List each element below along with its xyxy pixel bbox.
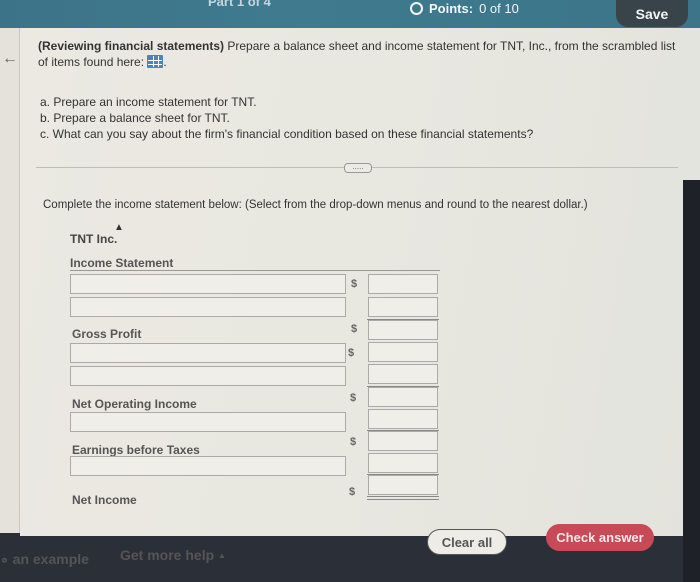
amount-input-2[interactable] [368,297,438,317]
get-more-help-button[interactable]: Get more help ▲ [120,547,226,563]
line-item-select-5[interactable] [70,412,346,432]
screen-edge [683,180,700,582]
dollar-sign: $ [348,347,355,359]
amount-input-5[interactable] [368,409,438,429]
double-underline [367,496,439,497]
amount-input-1[interactable] [368,274,438,294]
save-button[interactable]: Save [616,0,688,27]
question-part-b: b. Prepare a balance sheet for TNT. [40,111,230,125]
question-topic: (Reviewing financial statements) [38,39,225,53]
statement-title: Income Statement [70,256,174,270]
data-table-icon[interactable] [147,55,164,68]
view-example-label: an example [12,551,89,567]
part-label: Part 1 of 4 [208,0,271,9]
dollar-sign: $ [349,486,356,498]
gross-profit-input[interactable] [368,320,438,340]
net-income-label: Net Income [72,493,137,507]
earnings-before-taxes-label: Earnings before Taxes [72,443,200,457]
company-name: TNT Inc. [70,232,118,246]
amount-input-6[interactable] [368,453,438,473]
line-item-select-2[interactable] [70,297,346,317]
amount-input-4[interactable] [368,364,438,384]
question-parts: a. Prepare an income statement for TNT. … [40,94,533,142]
instruction-text: Complete the income statement below: (Se… [43,199,588,211]
amount-input-3[interactable] [368,342,438,362]
points-value: 0 of 10 [479,1,519,16]
gross-profit-label: Gross Profit [72,327,142,341]
expand-button[interactable]: ..... [344,163,372,173]
earnings-before-taxes-input[interactable] [368,431,438,451]
double-underline [367,499,439,500]
line-item-select-1[interactable] [70,274,346,294]
view-example-link[interactable]: ∘ an example [0,551,89,568]
line-item-select-4[interactable] [70,366,346,386]
get-more-help-label: Get more help [120,547,215,563]
caret-up-icon: ▲ [218,551,226,560]
clear-all-button[interactable]: Clear all [427,529,507,555]
top-bar: Part 1 of 4 Points: 0 of 10 Save [0,0,700,28]
back-arrow-icon[interactable]: ← [2,50,18,68]
dollar-sign: $ [351,278,358,290]
question-part-a: a. Prepare an income statement for TNT. [40,95,257,109]
check-answer-button[interactable]: Check answer [546,524,654,551]
points-circle-icon [410,2,423,15]
points-label: Points: [429,1,474,16]
question-title: (Reviewing financial statements) Prepare… [38,38,688,70]
net-operating-income-label: Net Operating Income [72,397,197,411]
net-income-input[interactable] [368,475,438,495]
left-nav-strip [0,28,20,533]
question-part-c: c. What can you say about the firm's fin… [40,127,534,141]
net-operating-income-input[interactable] [368,387,438,407]
points-indicator: Points: 0 of 10 [410,1,519,16]
dollar-sign: $ [350,392,357,404]
question-period: . [163,55,167,69]
dollar-sign: $ [351,323,358,335]
line-item-select-6[interactable] [70,456,346,476]
dollar-sign: $ [350,436,357,448]
header-underline [70,270,440,271]
line-item-select-3[interactable] [70,343,346,363]
